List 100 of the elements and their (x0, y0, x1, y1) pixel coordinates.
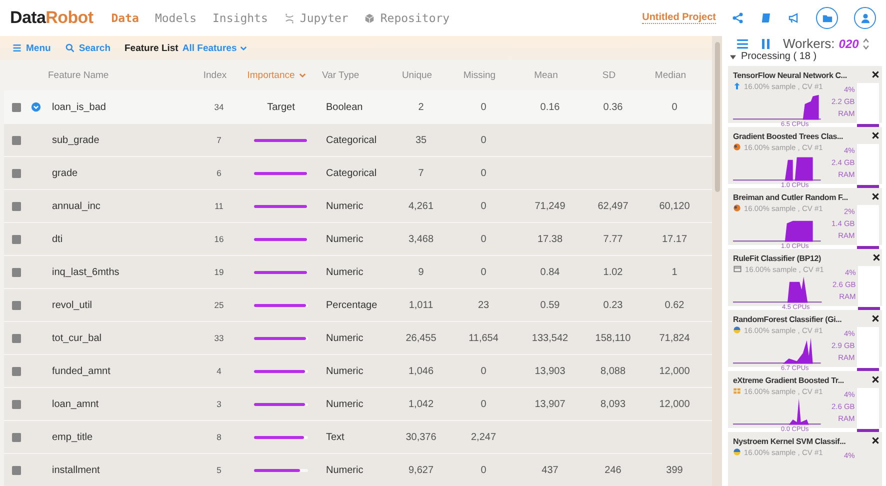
table-cell-text: 11,654 (468, 332, 500, 344)
table-cell-text: 25 (213, 300, 225, 310)
target-chevron-icon (31, 102, 41, 112)
column-header[interactable]: Var Type (322, 70, 390, 80)
row-checkbox[interactable] (12, 168, 21, 178)
table-cell-text: loan_is_bad (52, 102, 107, 112)
close-button[interactable] (872, 70, 879, 81)
row-checkbox[interactable] (12, 432, 21, 442)
table-cell-text: 17.38 (536, 234, 564, 244)
nav-tab[interactable]: Jupyter (284, 11, 348, 25)
table-cell-text: 0.59 (539, 300, 561, 310)
table-cell-text: 0 (480, 102, 488, 112)
job-title: Nystroem Kernel SVM Classif... (733, 436, 847, 447)
table-cell-text: 0 (480, 168, 488, 178)
stepper-icon[interactable] (862, 38, 869, 50)
row-checkbox[interactable] (12, 300, 21, 310)
close-button[interactable] (872, 192, 879, 203)
job-title: TensorFlow Neural Network C... (733, 70, 848, 81)
processing-section[interactable]: Processing ( 18 ) (728, 51, 882, 62)
table-cell-text: 1,011 (408, 300, 434, 310)
table-cell-text: 399 (665, 464, 684, 476)
table-cell-text: 0 (480, 200, 488, 212)
scrollbar[interactable] (714, 42, 720, 192)
table-cell-text: 62,497 (596, 200, 630, 212)
close-icon (872, 315, 879, 322)
nav-tab[interactable]: Data (111, 11, 139, 25)
menu-button[interactable]: Menu (12, 42, 51, 54)
table-cell-text: 0.84 (539, 266, 561, 278)
tree-icon (733, 82, 741, 90)
close-button[interactable] (872, 131, 879, 142)
user-button[interactable] (854, 7, 876, 29)
job-title: Gradient Boosted Trees Clas... (733, 131, 844, 142)
pause-icon[interactable] (761, 38, 771, 50)
nav-tab[interactable]: Models (154, 11, 196, 25)
row-checkbox[interactable] (12, 334, 21, 342)
cube-icon (364, 12, 376, 24)
table-cell-text: 17.17 (660, 234, 688, 244)
table-cell-text: 33 (213, 333, 225, 343)
folder-button[interactable] (816, 7, 838, 29)
table-cell-text: installment (52, 464, 101, 476)
book-icon[interactable] (760, 12, 772, 24)
project-name[interactable]: Untitled Project (642, 12, 716, 24)
row-checkbox[interactable] (12, 466, 21, 474)
column-header[interactable]: Missing (444, 70, 515, 80)
table-cell-text: 437 (540, 464, 560, 476)
search-button[interactable]: Search (64, 42, 110, 54)
table-cell-text: 23 (476, 300, 490, 310)
table-cell-text: Numeric (326, 398, 364, 410)
grid-icon (733, 387, 741, 395)
table-cell-text: 0 (480, 234, 488, 244)
row-checkbox[interactable] (12, 202, 21, 210)
window-icon (733, 265, 742, 273)
table-cell-text: 26,455 (404, 332, 438, 344)
share-icon[interactable] (732, 12, 744, 24)
column-header[interactable]: SD (577, 70, 641, 80)
table-cell-text: 3 (216, 399, 222, 409)
row-checkbox[interactable] (12, 136, 21, 144)
nav-tab[interactable]: Insights (212, 11, 268, 25)
table-cell-text: Numeric (326, 366, 364, 376)
table-cell-text: Boolean (326, 102, 364, 112)
column-header[interactable]: Importance (232, 70, 322, 80)
close-button[interactable] (872, 314, 879, 325)
menu-icon[interactable] (736, 38, 749, 50)
column-header[interactable]: Feature Name (48, 70, 198, 80)
column-header[interactable]: Index (198, 70, 232, 80)
close-icon (872, 376, 879, 383)
nav-tab[interactable]: Repository (364, 11, 450, 25)
chevron-down-icon (238, 44, 248, 52)
row-checkbox[interactable] (12, 234, 21, 244)
workers-count: 020 (838, 36, 859, 50)
row-checkbox[interactable] (12, 400, 21, 408)
table-cell-text: Categorical (326, 168, 378, 178)
folder-icon (822, 12, 832, 24)
table-cell-text: 3,468 (407, 234, 435, 244)
table-cell-text: 12,000 (658, 398, 691, 410)
row-checkbox[interactable] (12, 268, 21, 276)
column-header[interactable]: Mean (515, 70, 577, 80)
table-cell-text: inq_last_6mths (52, 266, 120, 278)
table-cell-text: 1 (670, 266, 678, 278)
table-cell-text: Numeric (326, 332, 364, 344)
feature-list-dropdown[interactable]: All Features (182, 42, 248, 54)
megaphone-icon[interactable] (788, 12, 800, 24)
menu-icon (12, 43, 22, 53)
close-icon (872, 254, 880, 261)
table-cell-text: 71,249 (534, 200, 566, 212)
table-cell-text: 0 (670, 102, 678, 112)
column-header[interactable]: Unique (390, 70, 444, 80)
close-button[interactable] (872, 436, 879, 447)
table-cell-text: 12,000 (658, 366, 691, 376)
close-button[interactable] (872, 253, 880, 264)
table-cell-text: 2,247 (470, 432, 498, 442)
python-icon (733, 326, 741, 334)
row-checkbox[interactable] (12, 102, 21, 112)
row-checkbox[interactable] (12, 366, 21, 376)
column-header[interactable]: Median (641, 70, 700, 80)
table-cell-text: loan_amnt (52, 398, 100, 410)
table-cell-text: 0.23 (602, 300, 624, 310)
job-title: Breiman and Cutler Random F... (733, 192, 849, 203)
table-cell-text: grade (52, 168, 79, 178)
close-button[interactable] (872, 375, 879, 386)
